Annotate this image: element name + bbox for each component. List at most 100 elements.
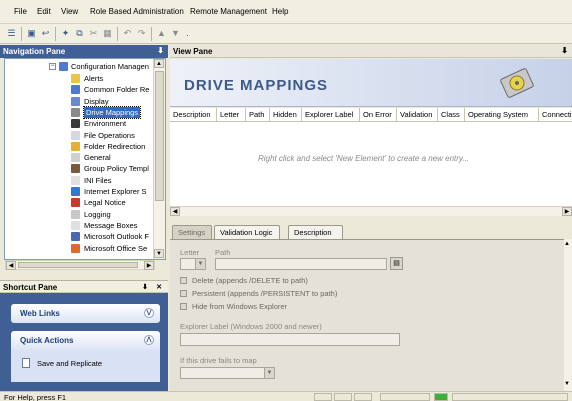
close-icon[interactable]: ✕ (156, 283, 162, 291)
menu-file[interactable]: File (14, 7, 27, 16)
chevron-up-icon[interactable]: ⋀ (144, 335, 154, 345)
column-operating-system[interactable]: Operating System (465, 108, 539, 121)
column-validation[interactable]: Validation (397, 108, 438, 121)
pin-icon[interactable]: ⬇ (142, 283, 148, 291)
fail-action-label: If this drive fails to map (180, 356, 257, 365)
column-on-error[interactable]: On Error (360, 108, 397, 121)
menu-edit[interactable]: Edit (37, 7, 51, 16)
letter-dropdown[interactable]: ▼ (180, 258, 206, 270)
hide-option-label: Hide from Windows Explorer (192, 302, 288, 311)
more-icon[interactable]: ․ (182, 28, 193, 39)
menu-view[interactable]: View (61, 7, 78, 16)
menu-remote-management[interactable]: Remote Management (190, 7, 267, 16)
delete-checkbox[interactable] (180, 277, 187, 284)
fail-action-dropdown[interactable]: ▼ (180, 367, 275, 379)
path-label: Path (215, 248, 231, 257)
web-links-panel[interactable]: Web Links ⋁ (11, 304, 160, 323)
navigation-horizontal-scrollbar[interactable]: ◀ ▶ (5, 260, 155, 270)
chevron-down-icon[interactable]: ▼ (195, 259, 205, 269)
shortcut-pane-header: Shortcut Pane ⬇ ✕ (0, 280, 168, 293)
shortcut-pane-title: Shortcut Pane (3, 283, 58, 292)
scroll-left-icon[interactable]: ◀ (170, 207, 180, 216)
quick-actions-panel[interactable]: Quick Actions ⋀ (11, 331, 160, 350)
banner-title: DRIVE MAPPINGS (184, 77, 329, 94)
column-letter[interactable]: Letter (217, 108, 246, 121)
collapse-icon[interactable]: − (49, 63, 56, 70)
tree-item-label: Common Folder Re (84, 85, 150, 95)
column-description[interactable]: Description (170, 108, 217, 121)
tree-item-icon (71, 85, 80, 95)
pane-splitter[interactable] (170, 216, 572, 225)
column-hidden[interactable]: Hidden (270, 108, 302, 121)
document-icon (22, 358, 30, 368)
toolbar-separator (21, 27, 22, 41)
undo-icon[interactable]: ↶ (122, 28, 133, 39)
tree-item-label: Logging (84, 209, 111, 219)
down-arrow-icon[interactable]: ▼ (170, 28, 181, 39)
column-connection[interactable]: Connecti (539, 108, 572, 121)
scroll-right-icon[interactable]: ▶ (562, 207, 572, 216)
tree-item-icon (71, 187, 80, 196)
tree-item-icon (71, 119, 80, 129)
tab-description[interactable]: Description (288, 225, 343, 240)
delete-option-label: Delete (appends /DELETE to path) (192, 276, 308, 285)
pin-icon[interactable]: ⬇ (561, 46, 568, 55)
tree-item-label: INI Files (84, 175, 112, 185)
list-horizontal-scrollbar[interactable]: ◀ ▶ (170, 206, 572, 216)
scroll-right-icon[interactable]: ▶ (144, 261, 154, 270)
navigation-vertical-scrollbar[interactable]: ▲ ▼ (153, 59, 165, 259)
column-class[interactable]: Class (438, 108, 465, 121)
tree-item-icon (71, 220, 80, 230)
scroll-thumb[interactable] (155, 71, 164, 201)
list-icon[interactable]: ☰ (6, 28, 17, 39)
tree-item-icon (71, 175, 80, 185)
up-arrow-icon[interactable]: ▲ (156, 28, 167, 39)
menu-help[interactable]: Help (272, 7, 288, 16)
toolbar: ☰ ▣ ↩ ✦ ⧉ ✂ ▦ ↶ ↷ ▲ ▼ ․ (0, 24, 572, 44)
browse-button[interactable]: ▤ (390, 257, 403, 270)
back-icon[interactable]: ↩ (40, 28, 51, 39)
persistent-checkbox[interactable] (180, 290, 187, 297)
tab-validation-logic[interactable]: Validation Logic (214, 225, 280, 240)
copy-icon[interactable]: ⧉ (74, 28, 85, 39)
chevron-down-icon[interactable]: ▼ (264, 368, 274, 378)
redo-icon[interactable]: ↷ (136, 28, 147, 39)
tree-item-label: Microsoft Office Se (84, 243, 148, 253)
status-text: For Help, press F1 (4, 393, 67, 401)
status-panel (354, 393, 372, 401)
scroll-left-icon[interactable]: ◀ (6, 261, 16, 270)
hard-drive-icon (500, 68, 534, 98)
letter-label: Letter (180, 248, 200, 257)
explorer-label-field[interactable] (180, 333, 400, 346)
tree-item-label: Configuration Managen (71, 62, 149, 71)
view-pane-title: View Pane (173, 47, 213, 56)
settings-vertical-scrollbar[interactable]: ▲ ▼ (564, 239, 572, 391)
drive-mappings-list[interactable]: Right click and select 'New Element' to … (170, 122, 572, 206)
tree-item-icon (71, 153, 80, 163)
status-panel (452, 393, 568, 401)
pin-icon[interactable]: ⬇ (157, 46, 164, 55)
scroll-down-icon[interactable]: ▼ (154, 249, 164, 258)
scroll-thumb[interactable] (18, 262, 138, 268)
menu-bar: File Edit View Role Based Administration… (0, 0, 572, 24)
cut-icon[interactable]: ✂ (88, 28, 99, 39)
scroll-up-icon[interactable]: ▲ (564, 241, 570, 247)
drive-mappings-banner: DRIVE MAPPINGS (170, 59, 572, 107)
paste-icon[interactable]: ▦ (102, 28, 113, 39)
scroll-down-icon[interactable]: ▼ (564, 381, 570, 387)
save-icon[interactable]: ▣ (26, 28, 37, 39)
tree-item-icon (71, 130, 80, 140)
hide-checkbox[interactable] (180, 303, 187, 310)
tree-item-icon (71, 198, 80, 208)
persistent-option-label: Persistent (appends /PERSISTENT to path) (192, 289, 338, 298)
column-explorer-label[interactable]: Explorer Label (302, 108, 360, 121)
chevron-down-icon[interactable]: ⋁ (144, 308, 154, 318)
path-field[interactable] (215, 258, 387, 270)
column-path[interactable]: Path (246, 108, 270, 121)
menu-role-based-administration[interactable]: Role Based Administration (90, 7, 184, 16)
save-and-replicate-label: Save and Replicate (37, 359, 103, 368)
scroll-up-icon[interactable]: ▲ (154, 59, 164, 68)
wand-icon[interactable]: ✦ (60, 28, 71, 39)
tab-settings[interactable]: Settings (172, 225, 212, 240)
tree-item-label: General (84, 153, 111, 163)
